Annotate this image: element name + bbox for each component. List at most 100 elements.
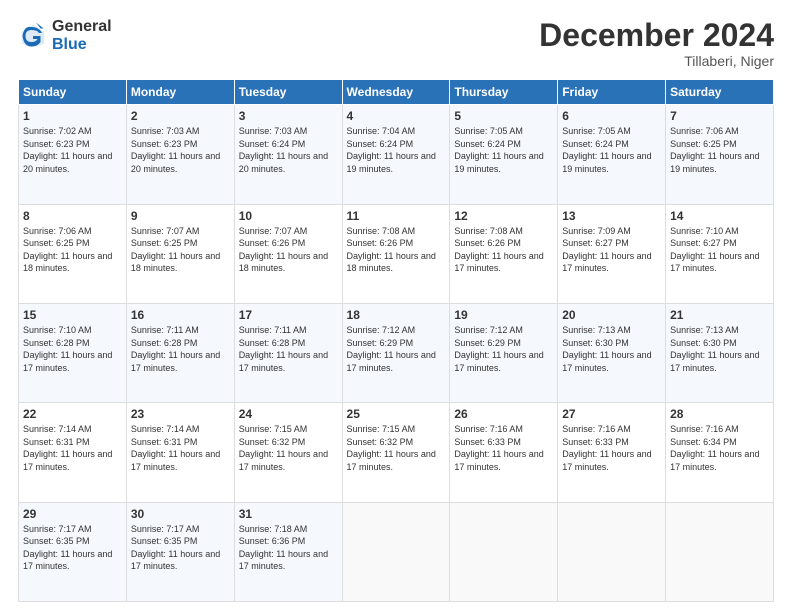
day-number: 5	[454, 109, 553, 123]
day-number: 15	[23, 308, 122, 322]
day-info: Sunrise: 7:08 AMSunset: 6:26 PMDaylight:…	[347, 226, 436, 274]
day-number: 18	[347, 308, 446, 322]
calendar-table: Sunday Monday Tuesday Wednesday Thursday…	[18, 79, 774, 602]
table-row: 18 Sunrise: 7:12 AMSunset: 6:29 PMDayligh…	[342, 303, 450, 402]
day-info: Sunrise: 7:16 AMSunset: 6:34 PMDaylight:…	[670, 424, 759, 472]
table-row: 4 Sunrise: 7:04 AMSunset: 6:24 PMDaylight…	[342, 105, 450, 204]
table-row: 19Sunrise: 7:12 AMSunset: 6:29 PMDayligh…	[450, 303, 558, 402]
header-thursday: Thursday	[450, 80, 558, 105]
day-info: Sunrise: 7:16 AMSunset: 6:33 PMDaylight:…	[562, 424, 651, 472]
table-row: 17Sunrise: 7:11 AMSunset: 6:28 PMDayligh…	[234, 303, 342, 402]
day-number: 19	[454, 308, 553, 322]
table-row: 20 Sunrise: 7:13 AMSunset: 6:30 PMDayligh…	[558, 303, 666, 402]
day-number: 13	[562, 209, 661, 223]
day-number: 29	[23, 507, 122, 521]
day-number: 4	[347, 109, 446, 123]
day-number: 3	[239, 109, 338, 123]
table-row: 30 Sunrise: 7:17 AMSunset: 6:35 PMDayligh…	[126, 502, 234, 601]
day-info: Sunrise: 7:11 AMSunset: 6:28 PMDaylight:…	[131, 325, 220, 373]
table-row: 12 Sunrise: 7:08 AMSunset: 6:26 PMDayligh…	[450, 204, 558, 303]
day-number: 7	[670, 109, 769, 123]
day-number: 10	[239, 209, 338, 223]
table-row: 24Sunrise: 7:15 AMSunset: 6:32 PMDayligh…	[234, 403, 342, 502]
table-row	[558, 502, 666, 601]
table-row: 10 Sunrise: 7:07 AMSunset: 6:26 PMDayligh…	[234, 204, 342, 303]
day-number: 17	[239, 308, 338, 322]
day-info: Sunrise: 7:10 AMSunset: 6:27 PMDaylight:…	[670, 226, 759, 274]
day-number: 22	[23, 407, 122, 421]
logo-general: General	[52, 18, 112, 36]
table-row: 15Sunrise: 7:10 AMSunset: 6:28 PMDayligh…	[19, 303, 127, 402]
table-row: 9Sunrise: 7:07 AMSunset: 6:25 PMDaylight…	[126, 204, 234, 303]
table-row	[450, 502, 558, 601]
day-info: Sunrise: 7:13 AMSunset: 6:30 PMDaylight:…	[670, 325, 759, 373]
day-info: Sunrise: 7:05 AMSunset: 6:24 PMDaylight:…	[562, 126, 651, 174]
day-info: Sunrise: 7:14 AMSunset: 6:31 PMDaylight:…	[23, 424, 112, 472]
title-block: December 2024 Tillaberi, Niger	[539, 18, 774, 69]
table-row: 25 Sunrise: 7:15 AMSunset: 6:32 PMDayligh…	[342, 403, 450, 502]
table-row: 11Sunrise: 7:08 AMSunset: 6:26 PMDayligh…	[342, 204, 450, 303]
day-number: 28	[670, 407, 769, 421]
calendar-row: 29 Sunrise: 7:17 AMSunset: 6:35 PMDayligh…	[19, 502, 774, 601]
day-info: Sunrise: 7:13 AMSunset: 6:30 PMDaylight:…	[562, 325, 651, 373]
header-tuesday: Tuesday	[234, 80, 342, 105]
logo: General Blue	[18, 18, 112, 53]
header-sunday: Sunday	[19, 80, 127, 105]
day-number: 30	[131, 507, 230, 521]
day-number: 12	[454, 209, 553, 223]
table-row: 1Sunrise: 7:02 AMSunset: 6:23 PMDaylight…	[19, 105, 127, 204]
calendar-row: 22 Sunrise: 7:14 AMSunset: 6:31 PMDayligh…	[19, 403, 774, 502]
day-number: 25	[347, 407, 446, 421]
table-row: 14Sunrise: 7:10 AMSunset: 6:27 PMDayligh…	[666, 204, 774, 303]
header-wednesday: Wednesday	[342, 80, 450, 105]
day-number: 2	[131, 109, 230, 123]
day-number: 27	[562, 407, 661, 421]
day-info: Sunrise: 7:07 AMSunset: 6:25 PMDaylight:…	[131, 226, 220, 274]
calendar-row: 8 Sunrise: 7:06 AMSunset: 6:25 PMDaylight…	[19, 204, 774, 303]
table-row: 16 Sunrise: 7:11 AMSunset: 6:28 PMDayligh…	[126, 303, 234, 402]
day-info: Sunrise: 7:12 AMSunset: 6:29 PMDaylight:…	[347, 325, 436, 373]
day-number: 16	[131, 308, 230, 322]
calendar-row: 15Sunrise: 7:10 AMSunset: 6:28 PMDayligh…	[19, 303, 774, 402]
day-number: 6	[562, 109, 661, 123]
table-row: 29 Sunrise: 7:17 AMSunset: 6:35 PMDayligh…	[19, 502, 127, 601]
day-info: Sunrise: 7:15 AMSunset: 6:32 PMDaylight:…	[347, 424, 436, 472]
table-row: 27 Sunrise: 7:16 AMSunset: 6:33 PMDayligh…	[558, 403, 666, 502]
day-number: 23	[131, 407, 230, 421]
day-info: Sunrise: 7:17 AMSunset: 6:35 PMDaylight:…	[23, 524, 112, 572]
day-info: Sunrise: 7:06 AMSunset: 6:25 PMDaylight:…	[670, 126, 759, 174]
day-number: 20	[562, 308, 661, 322]
logo-icon	[18, 21, 48, 51]
table-row: 3 Sunrise: 7:03 AMSunset: 6:24 PMDaylight…	[234, 105, 342, 204]
day-info: Sunrise: 7:03 AMSunset: 6:23 PMDaylight:…	[131, 126, 220, 174]
table-row: 6 Sunrise: 7:05 AMSunset: 6:24 PMDaylight…	[558, 105, 666, 204]
day-info: Sunrise: 7:07 AMSunset: 6:26 PMDaylight:…	[239, 226, 328, 274]
location-subtitle: Tillaberi, Niger	[539, 53, 774, 69]
table-row: 31Sunrise: 7:18 AMSunset: 6:36 PMDayligh…	[234, 502, 342, 601]
logo-blue: Blue	[52, 36, 112, 54]
day-header-row: Sunday Monday Tuesday Wednesday Thursday…	[19, 80, 774, 105]
day-number: 24	[239, 407, 338, 421]
day-info: Sunrise: 7:17 AMSunset: 6:35 PMDaylight:…	[131, 524, 220, 572]
header-saturday: Saturday	[666, 80, 774, 105]
day-info: Sunrise: 7:04 AMSunset: 6:24 PMDaylight:…	[347, 126, 436, 174]
day-info: Sunrise: 7:16 AMSunset: 6:33 PMDaylight:…	[454, 424, 543, 472]
day-info: Sunrise: 7:03 AMSunset: 6:24 PMDaylight:…	[239, 126, 328, 174]
month-title: December 2024	[539, 18, 774, 53]
table-row: 8 Sunrise: 7:06 AMSunset: 6:25 PMDaylight…	[19, 204, 127, 303]
day-info: Sunrise: 7:14 AMSunset: 6:31 PMDaylight:…	[131, 424, 220, 472]
day-info: Sunrise: 7:08 AMSunset: 6:26 PMDaylight:…	[454, 226, 543, 274]
table-row: 5Sunrise: 7:05 AMSunset: 6:24 PMDaylight…	[450, 105, 558, 204]
table-row	[342, 502, 450, 601]
table-row: 2 Sunrise: 7:03 AMSunset: 6:23 PMDaylight…	[126, 105, 234, 204]
header: General Blue December 2024 Tillaberi, Ni…	[18, 18, 774, 69]
table-row	[666, 502, 774, 601]
table-row: 22 Sunrise: 7:14 AMSunset: 6:31 PMDayligh…	[19, 403, 127, 502]
table-row: 7 Sunrise: 7:06 AMSunset: 6:25 PMDaylight…	[666, 105, 774, 204]
header-monday: Monday	[126, 80, 234, 105]
day-number: 8	[23, 209, 122, 223]
table-row: 21Sunrise: 7:13 AMSunset: 6:30 PMDayligh…	[666, 303, 774, 402]
calendar-row: 1Sunrise: 7:02 AMSunset: 6:23 PMDaylight…	[19, 105, 774, 204]
table-row: 13Sunrise: 7:09 AMSunset: 6:27 PMDayligh…	[558, 204, 666, 303]
day-info: Sunrise: 7:06 AMSunset: 6:25 PMDaylight:…	[23, 226, 112, 274]
